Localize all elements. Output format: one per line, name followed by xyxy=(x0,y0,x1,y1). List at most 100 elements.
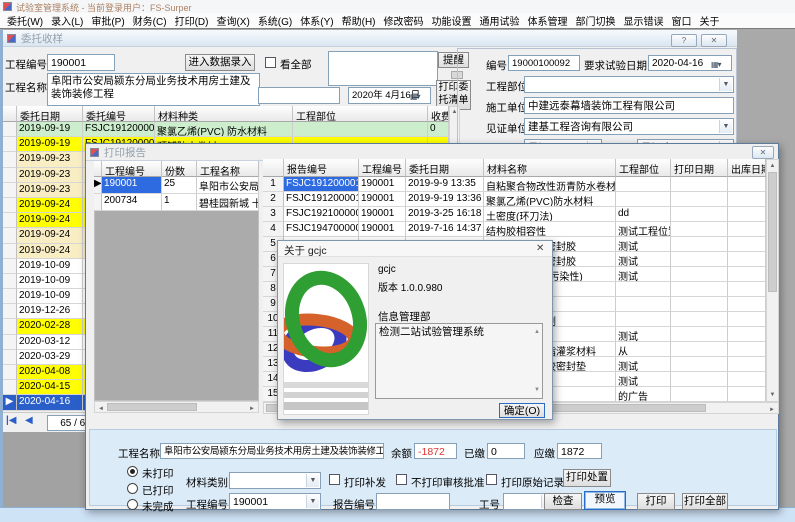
calendar-icon[interactable]: ▦▾ xyxy=(711,58,729,71)
report-row[interactable]: 3FSJC19210000011900012019-3-25 16:18土密度(… xyxy=(263,207,766,222)
scroll-right-icon[interactable]: ► xyxy=(247,404,257,414)
selector-header[interactable] xyxy=(263,159,284,177)
chevron-down-icon[interactable]: ▼ xyxy=(306,474,319,487)
scroll-down-icon[interactable]: ▼ xyxy=(767,390,778,400)
column-header[interactable]: 材料名称 xyxy=(484,159,616,177)
no-input[interactable]: 19000100092 xyxy=(508,55,580,71)
column-header[interactable]: 工程部位 xyxy=(616,159,671,177)
due-input[interactable]: 1872 xyxy=(557,443,602,459)
test-date-picker[interactable]: 2020-04-16 ▦▾ xyxy=(648,55,732,71)
close-icon[interactable]: ✕ xyxy=(536,243,544,254)
column-header[interactable]: 工程编号 xyxy=(359,159,406,177)
raw-record-checkbox[interactable] xyxy=(486,474,497,485)
radio-printed[interactable] xyxy=(127,483,138,494)
balance-input[interactable]: -1872 xyxy=(414,443,457,459)
print-setup-button[interactable]: 打印处置 xyxy=(563,469,611,487)
column-header[interactable]: 份数 xyxy=(162,161,197,177)
column-header[interactable]: 出库日期 xyxy=(728,159,766,177)
calendar-icon[interactable]: ▦▾ xyxy=(410,90,428,104)
column-header[interactable]: 收费 xyxy=(428,106,449,122)
scroll-down-icon[interactable]: ▼ xyxy=(534,383,540,397)
delegation-row[interactable]: 2019-09-19FSJC1912000011聚氯乙烯(PVC) 防水材料0 xyxy=(3,122,449,137)
witness-unit-combo[interactable]: 建基工程咨询有限公司▼ xyxy=(524,118,734,135)
project-name-input[interactable]: 阜阳市公安局颍东分局业务技术用房土建及装饰装修工程 xyxy=(160,443,384,459)
menu-item[interactable]: 审批(P) xyxy=(87,13,128,28)
report-row[interactable]: 1FSJC19120000101900012019-9-9 13:35自粘聚合物… xyxy=(263,177,766,192)
column-header[interactable]: 工程编号 xyxy=(102,161,162,177)
menu-item[interactable]: 查询(X) xyxy=(212,13,253,28)
ok-button[interactable]: 确定(O) xyxy=(499,403,545,418)
report-grid-vscrollbar[interactable]: ▲ ▼ xyxy=(766,159,779,402)
project-no-input[interactable]: 190001 xyxy=(47,54,115,71)
selector-header[interactable] xyxy=(94,161,102,177)
chevron-down-icon[interactable]: ▼ xyxy=(719,120,732,133)
radio-unfinished[interactable] xyxy=(127,499,138,510)
scroll-left-icon[interactable]: ◄ xyxy=(96,404,106,414)
menu-item[interactable]: 体系(Y) xyxy=(296,13,337,28)
close-icon[interactable]: ✕ xyxy=(752,146,774,159)
chevron-down-icon[interactable]: ▼ xyxy=(719,78,732,91)
column-header[interactable]: 工程部位 xyxy=(293,106,428,122)
print-button[interactable]: 打印 xyxy=(637,493,675,510)
menu-item[interactable]: 修改密码 xyxy=(380,13,428,28)
menu-item[interactable]: 系统(G) xyxy=(254,13,296,28)
report-row[interactable]: 2FSJC19120000111900012019-9-19 13:36聚氯乙烯… xyxy=(263,192,766,207)
column-header[interactable]: 委托日期 xyxy=(17,106,83,122)
about-dialog-titlebar[interactable]: 关于 gcjc ✕ xyxy=(278,241,552,257)
paid-input[interactable]: 0 xyxy=(487,443,525,459)
material-type-combo[interactable]: ▼ xyxy=(229,472,321,489)
selector-header[interactable] xyxy=(3,106,17,122)
preview-button[interactable]: 预览 xyxy=(584,491,626,510)
date-picker[interactable]: 2020年 4月16日 ▦▾ xyxy=(348,87,431,104)
column-header[interactable]: 报告编号 xyxy=(284,159,359,177)
report-no-input[interactable] xyxy=(376,493,450,510)
part-combo[interactable]: ▼ xyxy=(524,76,734,93)
view-all-checkbox[interactable] xyxy=(265,57,276,68)
radio-unprinted[interactable] xyxy=(127,466,138,477)
help-button[interactable]: ? xyxy=(671,34,697,47)
column-header[interactable]: 材料种类 xyxy=(155,106,293,122)
menu-item[interactable]: 部门切换 xyxy=(572,13,620,28)
print-project-row[interactable]: ▶19000125阜阳市公安局颍东 xyxy=(94,177,259,194)
menu-item[interactable]: 打印(D) xyxy=(171,13,213,28)
sample-window-titlebar[interactable]: 委托收样 xyxy=(3,30,737,47)
no-approve-checkbox[interactable] xyxy=(396,474,407,485)
print-project-row[interactable]: 2007341碧桂园新城 十里 xyxy=(94,194,259,211)
menu-item[interactable]: 关于 xyxy=(696,13,724,28)
about-description-box[interactable]: 检测二站试验管理系统 ▲ ▼ xyxy=(375,323,543,399)
left-grid-hscrollbar[interactable]: ◄ ► xyxy=(94,401,259,413)
menu-item[interactable]: 通用试验 xyxy=(476,13,524,28)
menu-item[interactable]: 体系管理 xyxy=(524,13,572,28)
close-icon[interactable]: ✕ xyxy=(701,34,727,47)
menu-item[interactable]: 财务(C) xyxy=(129,13,171,28)
menu-item[interactable]: 录入(L) xyxy=(47,13,87,28)
project-no-combo[interactable]: 190001▼ xyxy=(229,493,321,510)
reissue-checkbox[interactable] xyxy=(329,474,340,485)
report-row[interactable]: 4FSJC19470000041900012019-7-16 14:37结构胶相… xyxy=(263,222,766,237)
scroll-up-icon[interactable]: ▲ xyxy=(767,161,778,171)
menu-item[interactable]: 委托(W) xyxy=(3,13,47,28)
project-name-input[interactable]: 阜阳市公安局颍东分局业务技术用房土建及装饰装修工程 xyxy=(47,73,260,106)
menu-item[interactable]: 功能设置 xyxy=(428,13,476,28)
prev-page-icon[interactable]: ◀ xyxy=(25,415,33,426)
column-header[interactable]: 委托日期 xyxy=(406,159,484,177)
column-header[interactable]: 工程名称 xyxy=(197,161,259,177)
print-all-button[interactable]: 打印全部 xyxy=(682,493,728,510)
chevron-down-icon[interactable]: ▼ xyxy=(306,495,319,508)
menu-item[interactable]: 帮助(H) xyxy=(338,13,380,28)
scroll-up-icon[interactable]: ▲ xyxy=(534,325,540,339)
column-header[interactable]: 委托编号 xyxy=(83,106,155,122)
check-button[interactable]: 检查 xyxy=(544,493,582,510)
column-header[interactable]: 打印日期 xyxy=(671,159,728,177)
scroll-right-icon[interactable]: ► xyxy=(767,405,777,415)
scroll-thumb[interactable] xyxy=(768,172,777,292)
filter-input[interactable] xyxy=(258,87,340,104)
builder-input[interactable]: 中建远泰幕墙装饰工程有限公司 xyxy=(524,97,734,114)
print-left-grid-header: 工程编号份数工程名称 xyxy=(94,161,259,177)
menu-item[interactable]: 窗口 xyxy=(668,13,696,28)
menu-item[interactable]: 显示错误 xyxy=(620,13,668,28)
quick-list-box[interactable] xyxy=(328,51,438,86)
first-page-icon[interactable]: |◀ xyxy=(6,415,17,426)
scroll-thumb[interactable] xyxy=(107,403,197,411)
enter-data-button[interactable]: 进入数据录入 xyxy=(185,54,255,71)
